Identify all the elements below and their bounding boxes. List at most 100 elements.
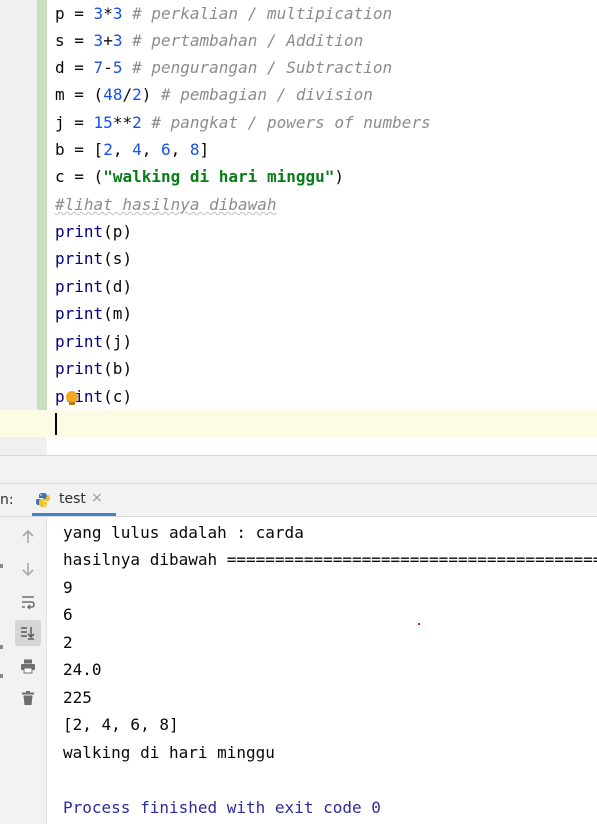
code-token: ) [141, 85, 152, 104]
exit-status-line: Process finished with exit code 0 [63, 798, 381, 817]
code-token: 4 [132, 140, 142, 159]
code-editor[interactable]: p = 3*3 # perkalian / multipication s = … [0, 0, 597, 455]
code-token: s [55, 31, 65, 50]
code-token: m [55, 85, 65, 104]
code-token: = [64, 167, 94, 186]
code-comment: # pertambahan / Addition [122, 31, 364, 50]
run-toolwindow-header: n: test × [0, 484, 597, 517]
console-line: [2, 4, 6, 8] [63, 715, 179, 734]
printer-icon[interactable] [15, 653, 41, 679]
code-token: 2 [103, 140, 113, 159]
code-comment: # pengurangan / Subtraction [122, 58, 393, 77]
code-token: p [55, 4, 65, 23]
console-line: 225 [63, 688, 92, 707]
run-tab-label: test [59, 491, 86, 507]
code-line[interactable]: b = [2, 4, 6, 8] [55, 136, 209, 163]
line-number-gutter [0, 0, 37, 437]
edge-marker [0, 564, 3, 568]
code-line[interactable]: print(d) [55, 273, 132, 300]
print-keyword: print [55, 387, 104, 406]
console-line: yang lulus adalah : carda [63, 523, 304, 542]
print-keyword: print [55, 222, 104, 241]
text-caret [55, 413, 57, 435]
code-token: (s) [103, 249, 133, 268]
code-token: + [103, 31, 113, 50]
code-token: d [55, 58, 65, 77]
code-token: / [122, 85, 133, 104]
print-keyword: print [55, 304, 104, 323]
code-line[interactable]: #lihat hasilnya dibawah [55, 191, 277, 218]
lightbulb-base [69, 402, 75, 405]
console-line: 2 [63, 633, 73, 652]
code-comment: #lihat hasilnya dibawah [55, 195, 277, 214]
edge-marker [0, 645, 3, 649]
code-token: 2 [132, 85, 142, 104]
code-line[interactable]: s = 3+3 # pertambahan / Addition [55, 27, 363, 54]
code-token: = [64, 85, 94, 104]
panel-splitter[interactable] [0, 455, 597, 484]
change-marker-strip [37, 0, 47, 437]
code-token: 8 [189, 140, 200, 159]
stray-pixel [418, 623, 420, 625]
console-line: walking di hari minggu [63, 743, 275, 762]
code-token: = [64, 31, 94, 50]
code-line[interactable]: m = (48/2) # pembagian / division [55, 81, 373, 108]
arrow-down-icon[interactable] [15, 556, 41, 582]
code-line[interactable]: print(m) [55, 300, 132, 327]
code-token: ** [112, 113, 133, 132]
code-line[interactable]: d = 7-5 # pengurangan / Subtraction [55, 54, 392, 81]
run-label: n: [0, 492, 14, 508]
python-icon [36, 493, 50, 507]
code-token: (c) [103, 387, 133, 406]
code-comment: # perkalian / multipication [122, 4, 393, 23]
code-line[interactable]: print(b) [55, 355, 132, 382]
soft-wrap-icon[interactable] [15, 589, 41, 615]
code-token: b [55, 140, 65, 159]
console-output[interactable]: yang lulus adalah : carda hasilnya dibaw… [47, 517, 597, 824]
code-token: ( [93, 167, 104, 186]
code-line[interactable]: j = 15**2 # pangkat / powers of numbers [55, 109, 431, 136]
code-token: j [55, 113, 65, 132]
trash-icon[interactable] [15, 685, 41, 711]
console-line: hasilnya dibawah =======================… [63, 550, 597, 569]
code-token: 3 [93, 4, 104, 23]
code-line[interactable]: c = ("walking di hari minggu") [55, 163, 344, 190]
code-token: (b) [103, 359, 133, 378]
print-keyword: print [55, 332, 104, 351]
console-line: 9 [63, 578, 73, 597]
code-token: [ [93, 140, 104, 159]
code-token: ] [199, 140, 210, 159]
code-line[interactable]: print(s) [55, 245, 132, 272]
gutter-bottom [0, 437, 47, 455]
code-line[interactable]: print(j) [55, 328, 132, 355]
close-icon[interactable]: × [91, 490, 103, 506]
code-comment: # pangkat / powers of numbers [141, 113, 431, 132]
code-token: = [64, 58, 94, 77]
run-tab-test[interactable]: test × [32, 484, 116, 516]
code-token: 6 [161, 140, 171, 159]
code-comment: # pembagian / division [151, 85, 373, 104]
print-keyword: print [55, 249, 104, 268]
current-line-highlight [0, 410, 597, 437]
code-token: 15 [93, 113, 113, 132]
code-token: = [64, 4, 94, 23]
code-token: 48 [103, 85, 123, 104]
code-token: * [103, 4, 113, 23]
console-line: 6 [63, 605, 73, 624]
code-token: (d) [103, 277, 133, 296]
run-toolbar [0, 517, 47, 824]
code-token: 7 [93, 58, 104, 77]
arrow-up-icon[interactable] [15, 524, 41, 550]
print-keyword: print [55, 277, 104, 296]
code-token: = [64, 140, 94, 159]
edge-marker [0, 674, 3, 678]
code-line[interactable]: p = 3*3 # perkalian / multipication [55, 0, 392, 27]
code-token: c [55, 167, 65, 186]
code-token: ) [334, 167, 345, 186]
code-token: - [103, 58, 113, 77]
code-line[interactable]: print(p) [55, 218, 132, 245]
scroll-to-end-icon[interactable] [15, 620, 41, 646]
code-token: (j) [103, 332, 133, 351]
code-token: (p) [103, 222, 133, 241]
print-keyword: print [55, 359, 104, 378]
